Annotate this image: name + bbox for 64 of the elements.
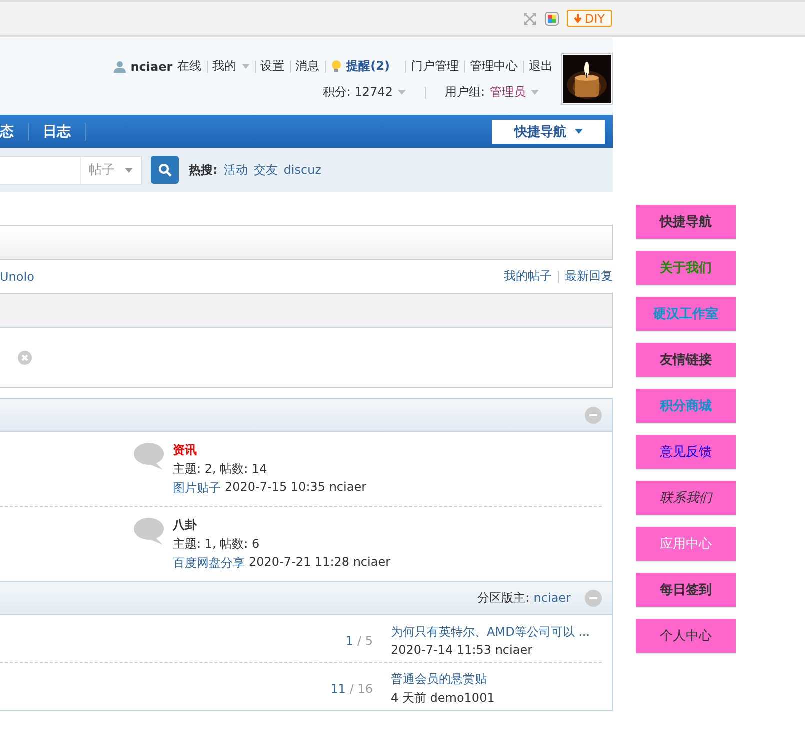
- post-filter-link[interactable]: 我的帖子: [504, 268, 552, 285]
- hot-search-link[interactable]: 活动: [224, 162, 248, 178]
- last-post-link[interactable]: 百度网盘分享: [173, 555, 245, 572]
- down-arrow-icon: [574, 14, 582, 23]
- float-menu-button[interactable]: 友情链接: [636, 343, 736, 378]
- online-status: 在线: [178, 58, 202, 75]
- user-menu-link[interactable]: 我的: [212, 58, 237, 75]
- collapse-icon[interactable]: [585, 590, 602, 606]
- moderator-link[interactable]: nciaer: [534, 591, 571, 605]
- search-field[interactable]: [0, 156, 81, 184]
- user-menu-link[interactable]: 管理中心: [470, 58, 518, 75]
- hot-search-link[interactable]: discuz: [284, 163, 322, 177]
- search-button[interactable]: [151, 156, 179, 184]
- user-group-value[interactable]: 管理员: [490, 84, 526, 101]
- user-menu-link[interactable]: 退出: [529, 58, 553, 75]
- view-count: / 16: [350, 682, 373, 696]
- speech-bubble-icon: [133, 442, 165, 472]
- reply-count: 1: [346, 634, 354, 648]
- thread-meta: 2020-7-14 11:53 nciaer: [391, 643, 534, 657]
- quick-nav-button[interactable]: 快捷导航: [492, 120, 605, 144]
- caret-icon: [574, 129, 582, 134]
- user-menu-link[interactable]: 消息: [296, 58, 320, 75]
- speech-bubble-icon: [133, 517, 165, 547]
- forum-name[interactable]: 资讯: [173, 442, 367, 459]
- username[interactable]: nciaer: [130, 60, 173, 74]
- post-filter-link[interactable]: 最新回复: [565, 268, 613, 285]
- user-menu-link[interactable]: 门户管理: [411, 58, 459, 75]
- thread-meta: 4 天前 demo1001: [391, 690, 495, 706]
- float-menu-button[interactable]: 每日签到: [636, 573, 736, 608]
- caret-icon: [398, 90, 406, 95]
- breadcrumb-link[interactable]: Unolo: [0, 270, 34, 284]
- caret-icon: [125, 168, 133, 172]
- thread-title-link[interactable]: 普通会员的悬赏贴: [391, 670, 495, 688]
- user-group-label: 用户组:: [444, 84, 485, 101]
- reply-count: 11: [330, 682, 346, 696]
- last-post-meta: 2020-7-15 10:35 nciaer: [225, 480, 367, 496]
- forum-stats: 主题: 1, 帖数: 6: [173, 536, 261, 553]
- forum-name[interactable]: 八卦: [173, 517, 391, 534]
- collapse-icon[interactable]: [585, 406, 602, 424]
- user-menu-link[interactable]: 设置: [260, 58, 285, 75]
- hot-search-label: 热搜:: [189, 162, 218, 178]
- nav-tab[interactable]: 日志: [29, 122, 86, 140]
- caret-icon: [531, 90, 539, 95]
- user-menu-link[interactable]: 提醒(2): [346, 58, 390, 75]
- color-palette-icon[interactable]: [544, 12, 559, 26]
- float-menu-button[interactable]: 快捷导航: [636, 205, 736, 240]
- thread-title-link[interactable]: 为何只有英特尔、AMD等公司可以 ...: [391, 624, 590, 641]
- float-menu-button[interactable]: 联系我们: [636, 481, 736, 516]
- last-post-meta: 2020-7-21 11:28 nciaer: [249, 555, 391, 571]
- hot-search-link[interactable]: 交友: [254, 162, 278, 178]
- view-count: / 5: [358, 634, 373, 648]
- close-icon[interactable]: [18, 350, 32, 364]
- credits-menu[interactable]: 积分: 12742: [322, 84, 393, 101]
- search-icon: [158, 163, 172, 177]
- last-post-link[interactable]: 图片贴子: [173, 480, 221, 497]
- user-avatar[interactable]: [561, 53, 613, 105]
- lightbulb-icon: [330, 60, 342, 73]
- fullscreen-icon[interactable]: [522, 12, 537, 26]
- user-icon: [114, 60, 126, 72]
- caret-icon: [242, 64, 250, 69]
- float-menu-button[interactable]: 意见反馈: [636, 435, 736, 470]
- float-menu-button[interactable]: 个人中心: [636, 619, 736, 654]
- forum-stats: 主题: 2, 帖数: 14: [173, 461, 268, 478]
- moderator-label: 分区版主:: [478, 590, 530, 606]
